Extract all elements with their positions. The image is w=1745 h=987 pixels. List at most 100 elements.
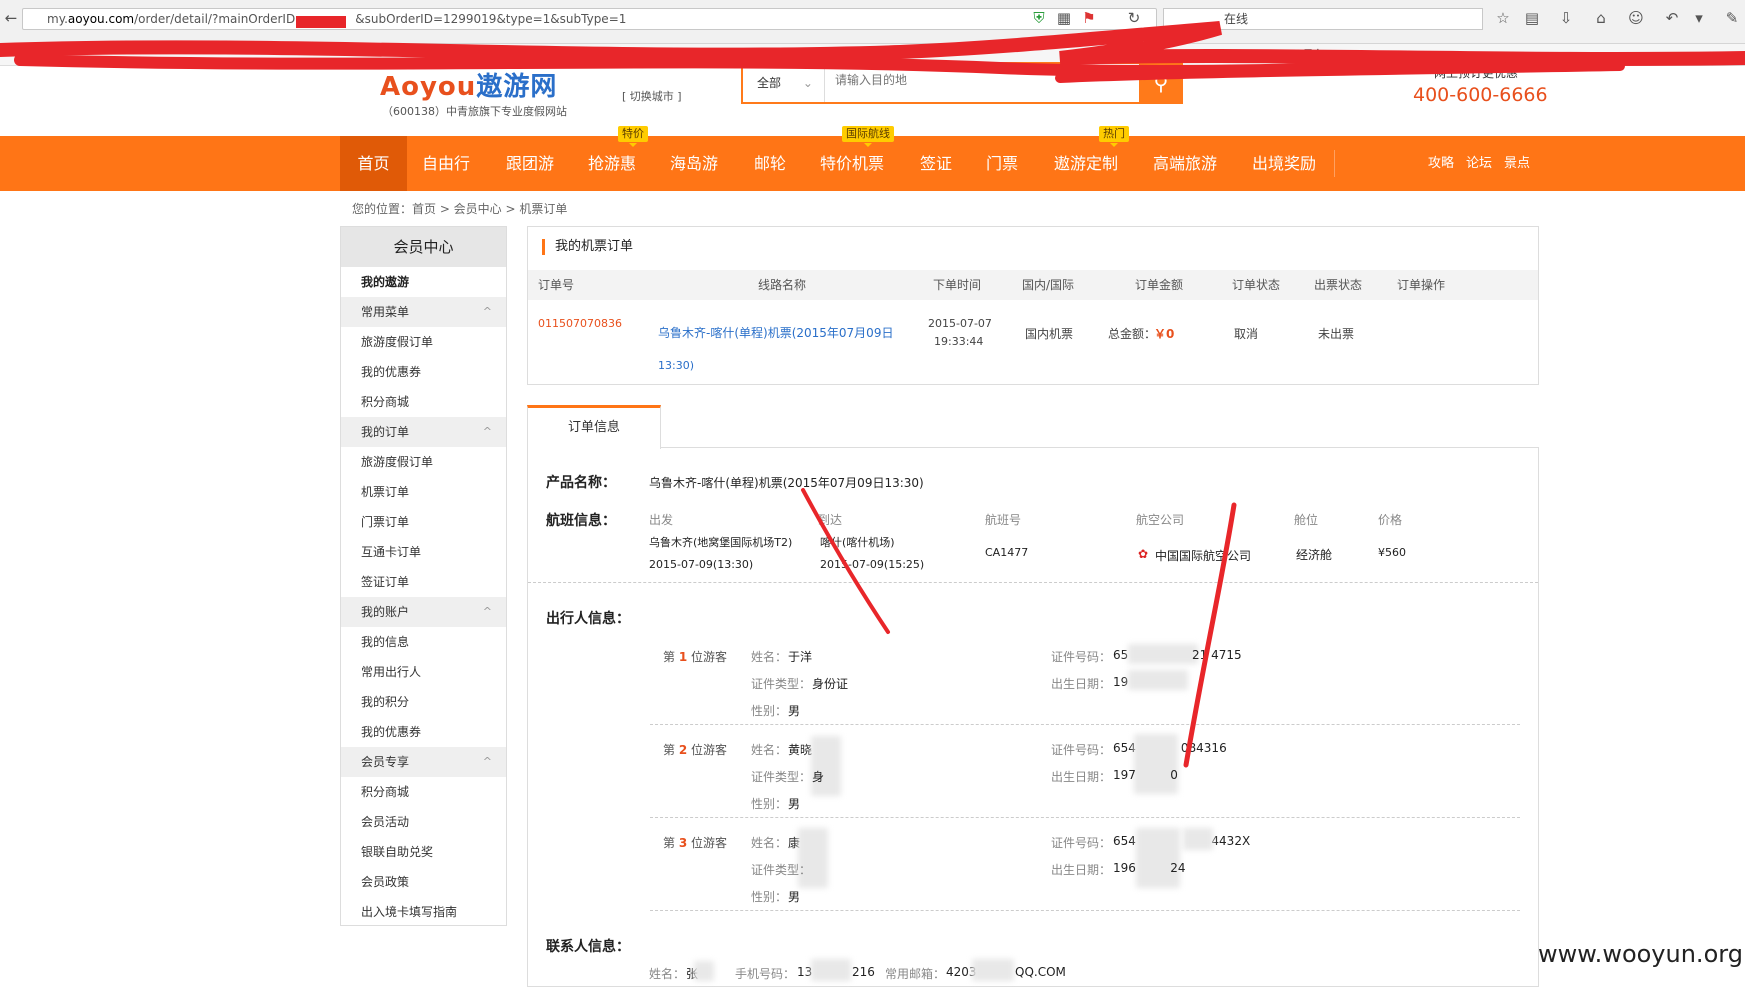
sidebar-item-visa-orders[interactable]: 签证订单 <box>341 567 506 597</box>
birth-label: 出生日期： <box>1051 677 1112 691</box>
sidebar-item-activities[interactable]: 会员活动 <box>341 807 506 837</box>
promo-text: 网上预订更优惠 <box>1434 66 1519 80</box>
route-link-time[interactable]: 13:30) <box>658 359 694 372</box>
order-detail-panel: 产品名称： 乌鲁木齐-喀什(单程)机票(2015年07月09日13:30) 航班… <box>527 447 1539 987</box>
badge-hot: 热门 <box>1099 126 1129 147</box>
traveler-number: 1 <box>678 650 688 664</box>
browser-toolbar: ← my.aoyou.com/order/detail/?mainOrderID… <box>0 0 1745 44</box>
nav-guides[interactable]: 攻略 <box>1428 136 1454 191</box>
reload-icon[interactable]: ↻ <box>1125 9 1143 27</box>
redaction-blur <box>1128 670 1188 690</box>
sidebar-item-holiday-orders[interactable]: 旅游度假订单 <box>341 327 506 357</box>
traveler-idtype: 身 <box>812 770 825 784</box>
gender-label: 性别： <box>751 797 788 811</box>
nav-luxury[interactable]: 高端旅游 <box>1145 136 1225 191</box>
flight-col-cabin: 舱位 <box>1294 513 1319 527</box>
search-category-label: 全部 <box>757 76 782 90</box>
sidebar-group-orders[interactable]: 我的订单 <box>341 417 506 447</box>
order-no-link[interactable]: 011507070836 <box>538 317 622 330</box>
sidebar-item-points-mall[interactable]: 积分商城 <box>341 387 506 417</box>
browser-search-bar[interactable]: 在线 <box>1163 8 1483 30</box>
idno-label: 证件号码： <box>1051 650 1112 664</box>
traveler-suffix: 位游客 <box>691 743 728 757</box>
sidebar-item-my-points[interactable]: 我的积分 <box>341 687 506 717</box>
sidebar-item-coupons[interactable]: 我的优惠券 <box>341 357 506 387</box>
browser-search-text: 在线 <box>1224 12 1249 26</box>
nav-free-travel[interactable]: 自由行 <box>414 136 478 191</box>
home-icon[interactable]: ⌂ <box>1592 9 1610 27</box>
redaction-blur <box>1134 734 1178 794</box>
crop-icon[interactable]: ✎ <box>1723 9 1741 27</box>
sidebar-item-points-mall-2[interactable]: 积分商城 <box>341 777 506 807</box>
flag-icon[interactable]: ⚑ <box>1080 9 1098 27</box>
clipboard-icon[interactable]: ▤ <box>1523 9 1541 27</box>
bookmark-toolkit[interactable]: 工具包 <box>1290 44 1326 66</box>
menu-arrow-icon[interactable]: ▾ <box>1690 9 1708 27</box>
col-amount: 订单金额 <box>1135 278 1184 292</box>
sidebar-item-my-info[interactable]: 我的信息 <box>341 627 506 657</box>
breadcrumb[interactable]: 您的位置：首页 > 会员中心 > 机票订单 <box>352 200 567 217</box>
sidebar-item-card-orders[interactable]: 互通卡订单 <box>341 537 506 567</box>
ticket-status: 未出票 <box>1318 327 1355 341</box>
depart-airport: 乌鲁木齐(地窝堡国际机场T2) <box>649 536 793 549</box>
nav-group-tour[interactable]: 跟团游 <box>498 136 562 191</box>
search-category-select[interactable]: 全部 ⌄ <box>743 64 825 102</box>
travelers-label: 出行人信息： <box>546 611 630 627</box>
nav-tickets[interactable]: 门票 <box>978 136 1026 191</box>
col-route: 线路名称 <box>758 278 807 292</box>
nav-home[interactable]: 首页 <box>340 136 407 191</box>
redaction-blur <box>811 959 851 981</box>
sidebar-group-exclusive[interactable]: 会员专享 <box>341 747 506 777</box>
sidebar-group-account[interactable]: 我的账户 <box>341 597 506 627</box>
star-icon[interactable]: ☆ <box>1494 9 1512 27</box>
idno-label: 证件号码： <box>1051 743 1112 757</box>
sidebar-item-ticket-orders[interactable]: 门票订单 <box>341 507 506 537</box>
sidebar-item-holiday-orders-2[interactable]: 旅游度假订单 <box>341 447 506 477</box>
redaction-blur <box>1128 644 1198 664</box>
traveler-number: 2 <box>678 743 688 757</box>
birth-label: 出生日期： <box>1051 863 1112 877</box>
main-nav: 首页 自由行 跟团游 抢游惠 海岛游 邮轮 特价机票 签证 门票 遨游定制 高端… <box>0 126 1745 191</box>
back-icon[interactable]: ← <box>2 9 20 27</box>
cabin-class: 经济舱 <box>1296 548 1333 562</box>
name-label: 姓名： <box>751 836 788 850</box>
sidebar-item-unionpay[interactable]: 银联自助兑奖 <box>341 837 506 867</box>
tab-order-info[interactable]: 订单信息 <box>527 405 661 449</box>
nav-scenic[interactable]: 景点 <box>1504 136 1530 191</box>
orders-table-header: 订单号 线路名称 下单时间 国内/国际 订单金额 订单状态 出票状态 订单操作 <box>528 270 1538 300</box>
contact-name-label: 姓名： <box>649 967 686 981</box>
undo-icon[interactable]: ↶ <box>1663 9 1681 27</box>
shield-icon[interactable]: ⛨ <box>1030 9 1048 27</box>
download-icon[interactable]: ⇩ <box>1557 9 1575 27</box>
search-button[interactable]: ⚲ <box>1139 62 1183 104</box>
sidebar-group-common[interactable]: 常用菜单 <box>341 297 506 327</box>
site-logo[interactable]: Aoyou遨游网 <box>380 66 557 103</box>
nav-cruise[interactable]: 邮轮 <box>746 136 794 191</box>
product-name: 乌鲁木齐-喀什(单程)机票(2015年07月09日13:30) <box>649 476 924 490</box>
route-link[interactable]: 乌鲁木齐-喀什(单程)机票(2015年07月09日 <box>658 324 893 341</box>
nav-forum[interactable]: 论坛 <box>1466 136 1492 191</box>
nav-visa[interactable]: 签证 <box>912 136 960 191</box>
nav-island[interactable]: 海岛游 <box>662 136 726 191</box>
order-type: 国内机票 <box>1025 327 1074 341</box>
url-bar[interactable]: my.aoyou.com/order/detail/?mainOrderID= &… <box>22 8 1157 30</box>
sidebar-item-my-coupons[interactable]: 我的优惠券 <box>341 717 506 747</box>
sidebar-item-policy[interactable]: 会员政策 <box>341 867 506 897</box>
sidebar-item-travelers[interactable]: 常用出行人 <box>341 657 506 687</box>
contact-phone-label: 手机号码： <box>735 967 796 981</box>
arrive-airport: 喀什(喀什机场) <box>820 536 895 549</box>
nav-incentive[interactable]: 出境奖励 <box>1244 136 1324 191</box>
traveler-gender: 男 <box>788 797 801 811</box>
sidebar-item-entry-card-guide[interactable]: 出入境卡填写指南 <box>341 897 506 927</box>
sidebar-item-my-aoyou[interactable]: 我的遨游 <box>341 267 506 297</box>
contact-phone-end: 216 <box>852 965 875 979</box>
nav-cheap-flights[interactable]: 特价机票 <box>812 136 892 191</box>
search-input[interactable] <box>835 73 1135 87</box>
divider <box>650 724 1520 725</box>
col-actions: 订单操作 <box>1397 278 1446 292</box>
traveler-name: 黄晓 <box>788 743 813 757</box>
chat-icon[interactable]: ☺ <box>1627 9 1645 27</box>
city-switch-link[interactable]: [ 切换城市 ] <box>622 88 682 104</box>
sidebar-item-flight-orders[interactable]: 机票订单 <box>341 477 506 507</box>
qr-icon[interactable]: ▦ <box>1055 9 1073 27</box>
